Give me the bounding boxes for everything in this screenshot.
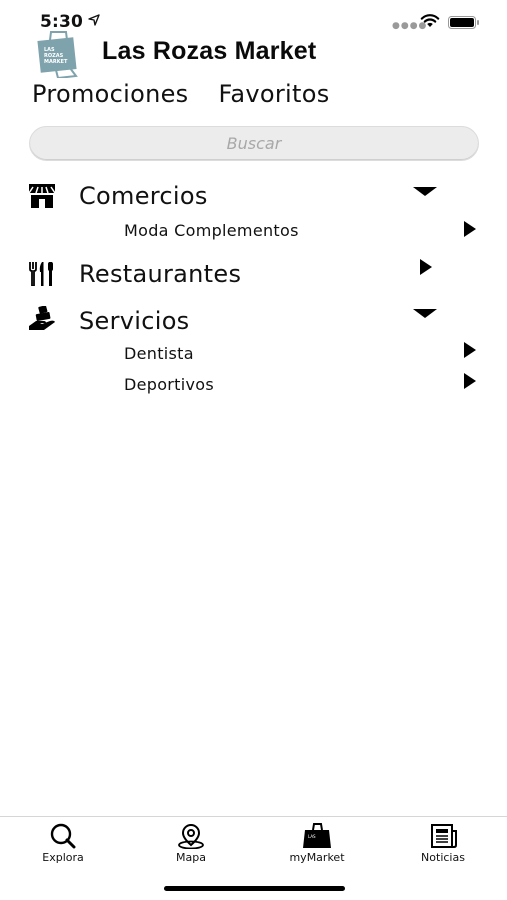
top-tabs: Promociones Favoritos [32, 80, 330, 108]
category-restaurantes[interactable]: Restaurantes [0, 256, 507, 288]
chevron-down-icon[interactable] [413, 187, 437, 196]
chevron-right-icon [464, 342, 476, 358]
map-pin-icon [178, 823, 204, 849]
chevron-right-icon[interactable] [420, 259, 432, 275]
subcategory-label: Deportivos [124, 375, 214, 394]
category-servicios[interactable]: Servicios [0, 305, 507, 335]
category-comercios[interactable]: Comercios [0, 180, 507, 210]
wifi-icon [420, 14, 440, 27]
subcategory-deportivos[interactable]: Deportivos [0, 373, 507, 401]
chevron-down-icon[interactable] [413, 309, 437, 318]
status-time: 5:30 [40, 12, 84, 32]
newspaper-icon [431, 824, 457, 848]
app-logo: LAS ROZAS MARKET [37, 31, 78, 78]
subcategory-dentista[interactable]: Dentista [0, 342, 507, 370]
service-hand-icon [29, 306, 55, 330]
utensils-icon [29, 262, 53, 286]
app-title: Las Rozas Market [102, 37, 317, 65]
tab-promociones[interactable]: Promociones [32, 80, 188, 108]
home-indicator [164, 886, 345, 891]
location-arrow-icon [88, 14, 100, 26]
subcategory-label: Moda Complementos [124, 221, 299, 240]
chevron-right-icon [464, 373, 476, 389]
tab-label: Explora [42, 851, 84, 864]
tab-explora[interactable]: Explora [18, 823, 108, 867]
tab-mymarket[interactable]: LAS myMarket [272, 823, 362, 867]
tab-label: myMarket [289, 851, 345, 864]
chevron-right-icon [464, 221, 476, 237]
svg-text:LAS: LAS [308, 834, 316, 839]
category-label: Servicios [79, 307, 190, 335]
shopping-bag-icon: LAS [303, 823, 331, 848]
category-label: Comercios [79, 182, 208, 210]
search-bar [29, 126, 479, 161]
tab-favoritos[interactable]: Favoritos [218, 80, 329, 108]
svg-text:MARKET: MARKET [44, 59, 68, 65]
tab-label: Mapa [176, 851, 206, 864]
subcategory-moda-complementos[interactable]: Moda Complementos [0, 221, 507, 247]
tab-mapa[interactable]: Mapa [146, 823, 236, 867]
subcategory-label: Dentista [124, 344, 194, 363]
search-input[interactable] [30, 127, 478, 160]
store-icon [28, 184, 56, 208]
search-icon [50, 823, 76, 849]
category-label: Restaurantes [79, 260, 242, 288]
tab-label: Noticias [421, 851, 465, 864]
tab-noticias[interactable]: Noticias [398, 823, 488, 867]
battery-icon [448, 16, 479, 29]
